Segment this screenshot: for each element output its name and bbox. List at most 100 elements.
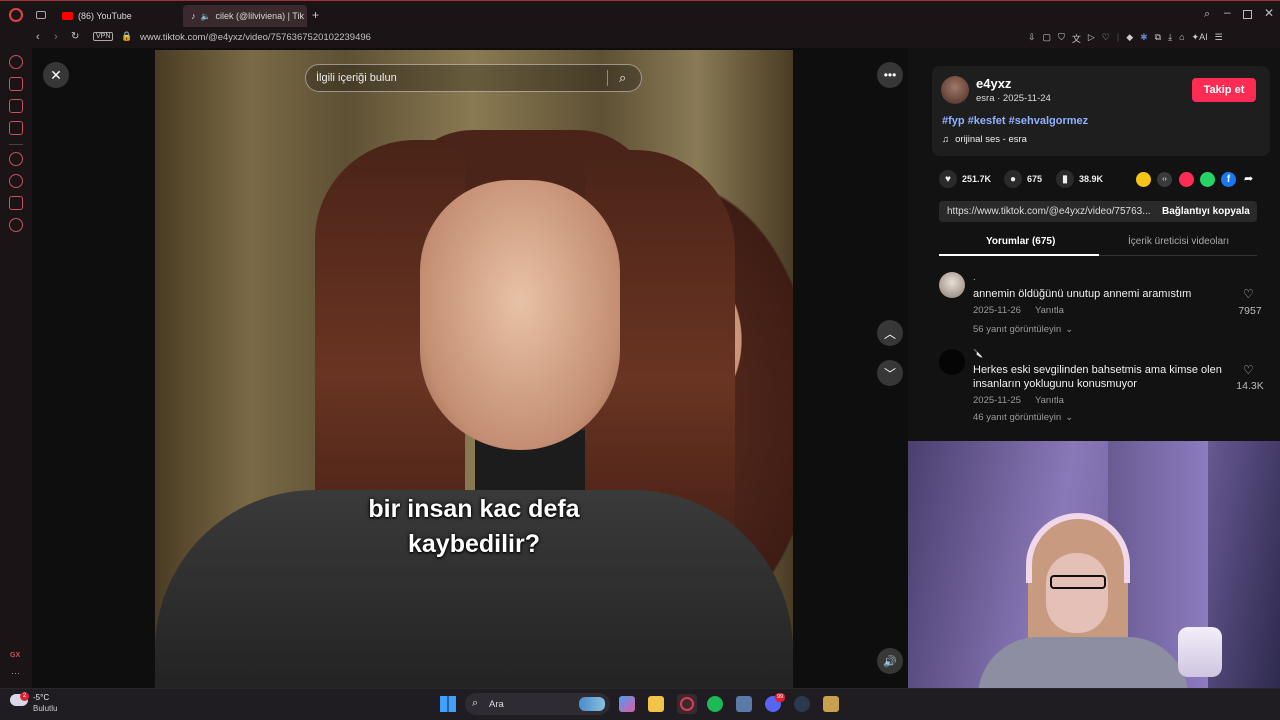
more-options-button[interactable]: ••• xyxy=(877,62,903,88)
vpn-badge[interactable]: VPN xyxy=(93,32,114,41)
comment-1-like-icon[interactable]: ♡ xyxy=(1243,287,1254,301)
messenger-icon[interactable] xyxy=(9,121,23,135)
puzzle-icon[interactable]: ⧉ xyxy=(1155,32,1161,45)
save-stat[interactable]: ▮ 38.9K xyxy=(1056,170,1103,188)
close-video-button[interactable]: ✕ xyxy=(43,62,69,88)
play-icon[interactable]: ▷ xyxy=(1088,32,1095,45)
extensions-side-icon[interactable] xyxy=(9,196,23,210)
hashtags[interactable]: #fyp #kesfet #sehvalgormez xyxy=(942,115,1088,127)
comment-2-text-line-1: Herkes eski sevgilinden bahsetmis ama ki… xyxy=(973,364,1222,376)
restore-button[interactable] xyxy=(1243,10,1252,19)
search-input[interactable]: İlgili içeriği bulun ⌕ xyxy=(305,64,642,92)
share-link-box: https://www.tiktok.com/@e4yxz/video/7576… xyxy=(939,201,1257,222)
app-icon[interactable] xyxy=(736,696,752,712)
player-icon[interactable] xyxy=(9,152,23,166)
comment-1-reply[interactable]: Yanıtla xyxy=(1035,305,1064,316)
share-arrow-icon[interactable]: ➦ xyxy=(1244,172,1253,185)
file-explorer-icon[interactable] xyxy=(648,696,664,712)
reload-icon[interactable]: ↻ xyxy=(71,31,79,42)
url-field[interactable]: www.tiktok.com/@e4yxz/video/757636752010… xyxy=(140,32,371,43)
chevron-down-icon: ﹀ xyxy=(883,366,896,381)
embed-icon[interactable]: ‹› xyxy=(1157,172,1172,187)
speaker-icon[interactable]: 🔈 xyxy=(201,12,211,21)
comment-2-like-count: 14.3K xyxy=(1236,380,1264,392)
comment-1-date: 2025-11-26 xyxy=(973,305,1021,316)
windows-start-icon[interactable] xyxy=(440,696,456,712)
whatsapp-icon[interactable] xyxy=(1200,172,1215,187)
search-icon[interactable]: ⌕ xyxy=(619,70,626,86)
taskbar-search[interactable]: ⌕ Ara xyxy=(465,693,610,715)
copilot-icon[interactable] xyxy=(619,696,635,712)
tab-youtube[interactable]: (86) YouTube xyxy=(54,5,180,27)
tab-comments[interactable]: Yorumlar (675) xyxy=(986,236,1055,247)
windows-taskbar xyxy=(0,688,1280,720)
video-player[interactable] xyxy=(155,50,793,688)
new-tab-button[interactable]: + xyxy=(312,8,319,22)
send-icon[interactable] xyxy=(1179,172,1194,187)
opera-ring-icon xyxy=(680,697,694,711)
download-page-icon[interactable]: ⇩ xyxy=(1028,32,1036,45)
comment-2-username[interactable]: 🔪 xyxy=(973,349,983,358)
comment-2-avatar[interactable] xyxy=(939,349,965,375)
extension-icon[interactable]: ◆ xyxy=(1126,32,1133,45)
spotify-icon[interactable] xyxy=(707,696,723,712)
follow-button[interactable]: Takip et xyxy=(1192,78,1256,102)
search-placeholder: İlgili içeriği bulun xyxy=(316,72,397,84)
comment-2-like-icon[interactable]: ♡ xyxy=(1243,363,1254,377)
webcam-overlay xyxy=(908,441,1280,688)
snapshot-icon[interactable]: ▢ xyxy=(1043,32,1052,45)
comment-2-reply[interactable]: Yanıtla xyxy=(1035,395,1064,406)
minimize-button[interactable]: – xyxy=(1224,5,1231,19)
comment-2-view-replies[interactable]: 46 yanıt görüntüleyin ⌄ xyxy=(973,412,1073,423)
twitch-icon[interactable] xyxy=(9,77,23,91)
comment-stat[interactable]: ● 675 xyxy=(1004,170,1042,188)
like-count: 251.7K xyxy=(962,174,992,184)
opera-logo-icon[interactable] xyxy=(9,8,23,22)
tab-tiktok[interactable]: ♪ 🔈 cilek (@lilviviena) | Tik xyxy=(183,5,307,27)
coin-icon[interactable] xyxy=(1136,172,1151,187)
volume-button[interactable]: 🔊 xyxy=(877,648,903,674)
author-username[interactable]: e4yxz xyxy=(976,76,1011,91)
translate-icon[interactable]: 文 xyxy=(1072,32,1081,45)
easy-setup-icon[interactable]: ⌂ xyxy=(1179,32,1184,45)
history-icon[interactable] xyxy=(9,174,23,188)
copy-link-button[interactable]: Bağlantıyı kopyala xyxy=(1162,206,1250,217)
shop-icon[interactable] xyxy=(9,99,23,113)
forward-icon[interactable]: › xyxy=(54,31,58,43)
volume-icon: 🔊 xyxy=(883,655,897,668)
tab-youtube-label: (86) YouTube xyxy=(78,11,132,21)
comment-1-avatar[interactable] xyxy=(939,272,965,298)
comment-1-view-replies[interactable]: 56 yanıt görüntüleyin ⌄ xyxy=(973,324,1073,335)
tab-manager-icon[interactable] xyxy=(36,11,46,19)
aria-ai-button[interactable]: ✦AI xyxy=(1192,32,1208,45)
steam-icon[interactable] xyxy=(794,696,810,712)
more-icon[interactable]: ··· xyxy=(11,668,20,678)
heart-icon[interactable]: ♡ xyxy=(1102,32,1110,45)
refresh-sidebar-icon[interactable] xyxy=(9,55,23,69)
sound-row[interactable]: ♫ orijinal ses - esra xyxy=(942,134,1027,145)
like-stat[interactable]: ♥ 251.7K xyxy=(939,170,991,188)
gx-label[interactable]: GX xyxy=(10,652,20,659)
taskbar-search-label: Ara xyxy=(489,699,504,710)
comment-1-text: annemin öldüğünü unutup annemi aramıstım xyxy=(973,288,1192,300)
opera-gx-taskbar-icon[interactable] xyxy=(677,694,697,714)
tab-creator-videos[interactable]: İçerik üreticisi videoları xyxy=(1128,236,1229,247)
comment-2-text-line-2: insanların yoklugunu konusmuyor xyxy=(973,378,1137,390)
shield-icon[interactable]: ⛉ xyxy=(1058,32,1065,45)
comment-1-username[interactable]: . xyxy=(973,272,976,283)
chevron-down-icon: ⌄ xyxy=(1065,412,1074,423)
previous-video-button[interactable]: ︿ xyxy=(877,320,903,346)
search-tabs-icon[interactable]: ⌕ xyxy=(1204,8,1210,21)
download-icon[interactable]: ⤓ xyxy=(1168,32,1172,45)
translate-ext-icon[interactable]: ✱ xyxy=(1140,32,1148,45)
facebook-icon[interactable]: f xyxy=(1221,172,1236,187)
back-icon[interactable]: ‹ xyxy=(36,31,40,43)
close-window-button[interactable]: ✕ xyxy=(1264,6,1274,20)
settings-icon[interactable] xyxy=(9,218,23,232)
share-link-text[interactable]: https://www.tiktok.com/@e4yxz/video/7576… xyxy=(947,206,1151,217)
author-avatar[interactable] xyxy=(941,76,969,104)
next-video-button[interactable]: ﹀ xyxy=(877,360,903,386)
league-icon[interactable] xyxy=(823,696,839,712)
menu-icon[interactable]: ☰ xyxy=(1215,32,1223,45)
music-note-icon: ♫ xyxy=(942,134,950,145)
